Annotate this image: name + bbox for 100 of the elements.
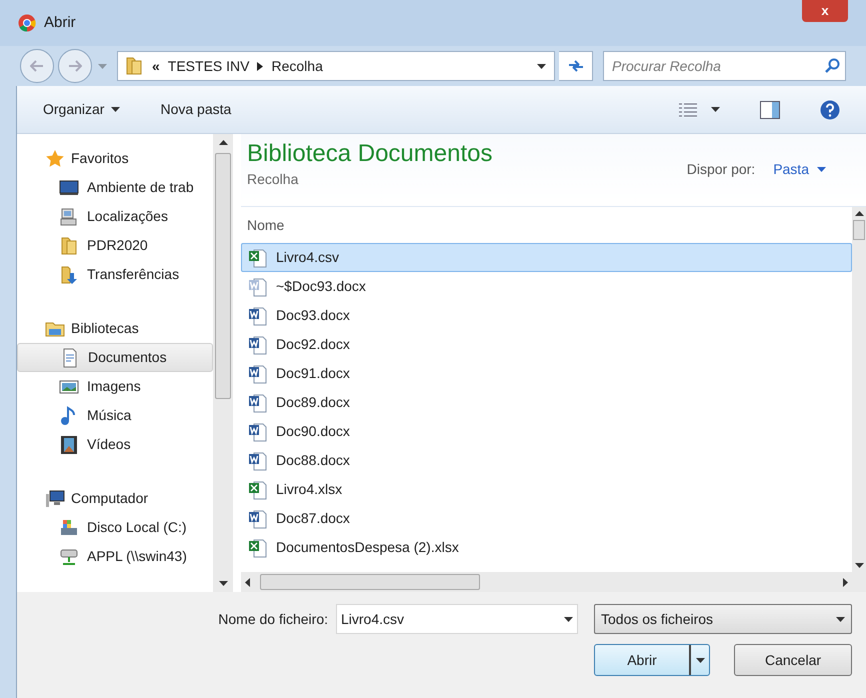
forward-button[interactable]	[58, 49, 92, 83]
search-icon	[825, 58, 841, 74]
nav-item[interactable]: Localizações	[17, 202, 213, 231]
scroll-up-icon	[854, 211, 864, 216]
nav-item[interactable]: Transferências	[17, 260, 213, 289]
file-row[interactable]: Doc93.docx	[241, 301, 852, 330]
window-title: Abrir	[44, 12, 76, 33]
file-name: Doc93.docx	[276, 306, 350, 325]
file-row[interactable]: Doc88.docx	[241, 446, 852, 475]
file-name: Livro4.xlsx	[276, 480, 342, 499]
file-row[interactable]: Doc91.docx	[241, 359, 852, 388]
nav-item-label: Música	[87, 406, 132, 425]
nav-item[interactable]: PDR2020	[17, 231, 213, 260]
file-name: Doc92.docx	[276, 335, 350, 354]
back-button[interactable]	[20, 49, 54, 83]
nav-item[interactable]: APPL (\\swin43)	[17, 542, 213, 571]
download-folder-icon	[59, 264, 79, 284]
column-header[interactable]: Nome	[241, 207, 852, 243]
file-row[interactable]: Livro4.csv	[241, 243, 852, 272]
word-file-icon	[248, 364, 268, 384]
nav-item[interactable]: Disco Local (C:)	[17, 513, 213, 542]
nav-section-header[interactable]: Favoritos	[17, 144, 213, 173]
breadcrumb-item[interactable]: Recolha	[271, 56, 323, 76]
nav-section-label: Computador	[71, 489, 148, 508]
new-folder-button[interactable]: Nova pasta	[160, 99, 232, 120]
nav-item-label: Disco Local (C:)	[87, 518, 187, 537]
chevron-right-icon	[257, 62, 264, 70]
file-row[interactable]: Doc89.docx	[241, 388, 852, 417]
caret-icon	[836, 616, 845, 622]
search-field[interactable]: Procurar Recolha	[604, 52, 825, 80]
arrow-left-icon	[30, 60, 44, 72]
view-options-button[interactable]	[679, 102, 720, 116]
file-row[interactable]: DocumentosDespesa (2).xlsx	[241, 533, 852, 562]
nav-item[interactable]: Documentos	[17, 343, 213, 372]
scrollbar-thumb[interactable]	[260, 574, 480, 590]
nav-item[interactable]: Vídeos	[17, 430, 213, 459]
preview-pane-button[interactable]	[760, 100, 780, 118]
nav-item-label: Imagens	[87, 377, 141, 396]
arrow-right-icon	[68, 60, 82, 72]
browser-logo-icon	[18, 14, 36, 32]
horizontal-scrollbar[interactable]	[241, 572, 852, 592]
nav-item-label: Vídeos	[87, 435, 131, 454]
nav-item[interactable]: Imagens	[17, 372, 213, 401]
refresh-arrows-icon	[566, 59, 584, 73]
arrange-by-label: Dispor por:	[686, 160, 756, 179]
file-name: Doc89.docx	[276, 393, 350, 412]
breadcrumb-overflow[interactable]: «	[152, 56, 160, 76]
file-name: Doc90.docx	[276, 422, 350, 441]
nav-item[interactable]: Ambiente de trab	[17, 173, 213, 202]
nav-section-label: Favoritos	[71, 149, 129, 168]
filename-dropdown-icon	[564, 616, 573, 622]
arrange-by-dropdown[interactable]: Pasta	[773, 159, 826, 180]
file-row[interactable]: Doc92.docx	[241, 330, 852, 359]
file-name: Livro4.csv	[276, 248, 340, 267]
file-row[interactable]: Doc90.docx	[241, 417, 852, 446]
close-button[interactable]: x	[802, 0, 848, 22]
scroll-down-icon	[218, 581, 228, 586]
cancel-button[interactable]: Cancelar	[734, 644, 852, 676]
help-button[interactable]	[820, 100, 840, 120]
file-name: Doc91.docx	[276, 364, 350, 383]
nav-item[interactable]: Música	[17, 401, 213, 430]
word-file-icon	[248, 334, 268, 354]
nav-section-header[interactable]: Computador	[17, 484, 213, 513]
scrollbar-thumb[interactable]	[215, 153, 231, 399]
scroll-right-icon	[843, 578, 848, 586]
organize-button[interactable]: Organizar	[43, 99, 120, 120]
file-type-dropdown[interactable]: Todos os ficheiros	[594, 604, 852, 634]
caret-icon	[817, 167, 826, 172]
excel-file-icon	[248, 480, 268, 500]
search-box[interactable]: Procurar Recolha	[603, 51, 846, 81]
vertical-scrollbar[interactable]	[852, 207, 866, 592]
address-bar[interactable]: « TESTES INV Recolha	[117, 51, 555, 81]
file-row[interactable]: ~$Doc93.docx	[241, 272, 852, 301]
nav-item-label: Documentos	[88, 348, 167, 367]
refresh-button[interactable]	[559, 51, 593, 81]
nav-item-label: PDR2020	[87, 236, 148, 255]
word-file-icon	[248, 306, 268, 326]
filename-label: Nome do ficheiro:	[218, 610, 328, 628]
preview-pane-icon	[760, 100, 780, 118]
address-dropdown-icon	[537, 64, 546, 68]
word-file-icon	[248, 392, 268, 412]
word-file-icon	[248, 450, 268, 470]
computer-icon	[45, 488, 65, 508]
file-row[interactable]: Doc87.docx	[241, 504, 852, 533]
monitor-icon	[59, 178, 79, 198]
vertical-scrollbar[interactable]	[213, 134, 233, 592]
open-button[interactable]: Abrir	[594, 644, 710, 676]
file-name: ~$Doc93.docx	[276, 277, 366, 296]
nav-item-label: APPL (\\swin43)	[87, 547, 187, 566]
nav-item-label: Localizações	[87, 207, 168, 226]
scroll-up-icon	[218, 140, 228, 145]
excel-file-icon	[248, 248, 268, 268]
file-name: Doc88.docx	[276, 451, 350, 470]
disk-drive-icon	[59, 518, 79, 538]
scroll-down-icon	[854, 563, 864, 568]
file-row[interactable]: Livro4.xlsx	[241, 475, 852, 504]
breadcrumb-item[interactable]: TESTES INV	[168, 56, 250, 76]
nav-section-header[interactable]: Bibliotecas	[17, 314, 213, 343]
split-caret-icon	[696, 658, 704, 662]
scrollbar-thumb[interactable]	[853, 220, 865, 240]
